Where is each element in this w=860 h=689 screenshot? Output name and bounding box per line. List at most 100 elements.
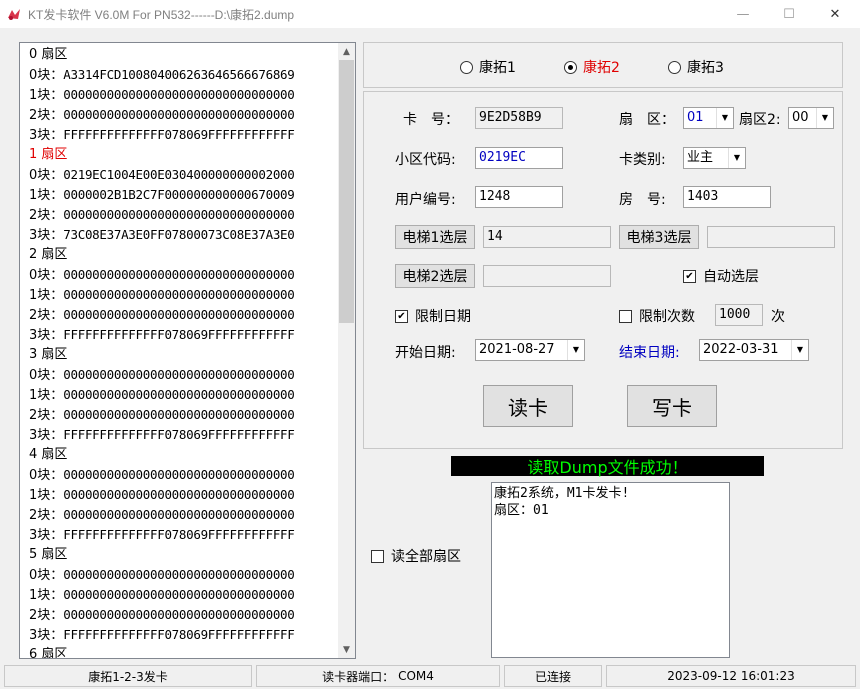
mode-radio-2[interactable]: 康拓2 (564, 57, 620, 77)
limit-date-label: 限制日期 (415, 309, 471, 325)
limit-count-label: 限制次数 (639, 309, 695, 325)
minimize-button[interactable]: — (720, 0, 766, 28)
dump-block-line: 1块：00000000000000000000000000000000 (29, 585, 339, 605)
dump-scrollbar[interactable]: ▲ ▼ (338, 43, 355, 658)
elevator2-button[interactable]: 电梯2选层 (395, 264, 475, 288)
sector2-value: 00 (792, 110, 809, 125)
dump-block-line: 1块：00000000000000000000000000000000 (29, 285, 339, 305)
auto-floor-checkbox[interactable]: ✔ 自动选层 (683, 266, 759, 286)
read-card-button[interactable]: 读卡 (483, 385, 573, 427)
dump-block-line: 1块：0000002B1B2C7F000000000000670009 (29, 185, 339, 205)
dump-block-line: 0块：00000000000000000000000000000000 (29, 265, 339, 285)
dump-block-line: 3块：73C08E37A3E0FF07800073C08E37A3E0 (29, 225, 339, 245)
dump-line-hex: A3314FCD1008040062636465666768​69 (63, 67, 295, 82)
dump-block-line: 0块：0219EC1004E00E030400000000002000 (29, 165, 339, 185)
end-date-value: 2022-03-31 (703, 342, 779, 357)
limit-date-checkbox[interactable]: ✔ 限制日期 (395, 306, 471, 326)
dump-line-hex: 00000000000000000000000000000000 (63, 587, 295, 602)
limit-count-checkbox[interactable]: 限制次数 (619, 306, 695, 326)
card-no-field[interactable]: 9E2D58B9 (475, 107, 563, 129)
start-date-picker[interactable]: 2021-08-27 ▼ (475, 339, 585, 361)
dump-block-line: 0块：00000000000000000000000000000000 (29, 565, 339, 585)
dump-line-label: 3块： (29, 228, 64, 243)
dump-block-line: 2块：00000000000000000000000000000000 (29, 405, 339, 425)
close-button[interactable]: ✕ (812, 0, 858, 28)
elevator3-button[interactable]: 电梯3选层 (619, 225, 699, 249)
read-all-checkbox[interactable]: 读全部扇区 (371, 546, 461, 566)
dump-line-label: 4 扇区 (29, 447, 68, 462)
dump-line-label: 3块： (29, 328, 64, 343)
port-value: COM4 (398, 669, 434, 683)
dump-sector-header: 5 扇区 (29, 545, 339, 565)
dump-line-label: 0块： (29, 268, 64, 283)
radio-icon[interactable] (668, 60, 681, 74)
user-no-field[interactable]: 1248 (475, 186, 563, 208)
dump-line-hex: 73C08E37A3E0FF07800073C08E37A3E0 (63, 227, 295, 242)
card-no-label: 卡 号： (403, 112, 459, 128)
elevator1-button[interactable]: 电梯1选层 (395, 225, 475, 249)
dump-line-hex: 00000000000000000000000000000000 (63, 287, 295, 302)
scroll-thumb[interactable] (339, 60, 354, 323)
dump-block-line: 3块：FFFFFFFFFFFFFF078069FFFFFFFFFFFF (29, 625, 339, 645)
end-date-picker[interactable]: 2022-03-31 ▼ (699, 339, 809, 361)
scroll-down-icon[interactable]: ▼ (338, 641, 355, 658)
dump-panel[interactable]: 0 扇区 0块：A3314FCD1008040062636465666768​69… (19, 42, 356, 659)
dump-line-hex: 0000002B1B2C7F000000000000670009 (63, 187, 295, 202)
dump-line-label: 2块： (29, 408, 64, 423)
chevron-down-icon[interactable]: ▼ (716, 108, 733, 128)
log-output[interactable]: 康拓2系统，M1卡发卡! 扇区：01 (491, 482, 730, 658)
dump-block-line: 2块：00000000000000000000000000000000 (29, 605, 339, 625)
mode-label-3: 康拓3 (687, 60, 724, 76)
status-port: 读卡器端口： COM4 (256, 665, 500, 687)
mode-radio-1[interactable]: 康拓1 (460, 57, 516, 77)
dump-line-label: 1块： (29, 588, 64, 603)
radio-icon[interactable] (564, 60, 577, 74)
card-type-label: 卡类别: (619, 152, 666, 168)
dump-line-label: 3块： (29, 528, 64, 543)
scroll-up-icon[interactable]: ▲ (338, 43, 355, 60)
write-card-button[interactable]: 写卡 (627, 385, 717, 427)
sector-select[interactable]: 01 ▼ (683, 107, 734, 129)
dump-line-hex: 00000000000000000000000000000000 (63, 367, 295, 382)
status-mode: 康拓1-2-3发卡 (4, 665, 252, 687)
dump-block-line: 1块：00000000000000000000000000000000 (29, 385, 339, 405)
sector-value: 01 (687, 110, 704, 125)
dump-sector-header: 2 扇区 (29, 245, 339, 265)
dump-sector-header: 4 扇区 (29, 445, 339, 465)
count-unit-label: 次 (771, 309, 785, 325)
chevron-down-icon[interactable]: ▼ (567, 340, 584, 360)
card-type-select[interactable]: 业主 ▼ (683, 147, 746, 169)
elevator3-field[interactable] (707, 226, 835, 248)
end-date-label: 结束日期: (619, 345, 680, 361)
dump-block-line: 2块：00000000000000000000000000000000 (29, 205, 339, 225)
room-field[interactable]: 1403 (683, 186, 771, 208)
checkbox-icon[interactable]: ✔ (683, 269, 696, 283)
mode-radio-3[interactable]: 康拓3 (668, 57, 724, 77)
dump-block-line: 3块：FFFFFFFFFFFFFF078069FFFFFFFFFFFF (29, 125, 339, 145)
radio-icon[interactable] (460, 60, 473, 74)
checkbox-icon[interactable] (619, 309, 632, 323)
dump-line-label: 1块： (29, 88, 64, 103)
start-date-value: 2021-08-27 (479, 342, 555, 357)
dump-block-line: 3块：FFFFFFFFFFFFFF078069FFFFFFFFFFFF (29, 525, 339, 545)
sector-label: 扇 区： (619, 112, 675, 128)
dump-line-label: 2 扇区 (29, 247, 68, 262)
dump-sector-header: 1 扇区 (29, 145, 339, 165)
maximize-button[interactable]: ☐ (766, 0, 812, 28)
area-code-field[interactable]: 0219EC (475, 147, 563, 169)
dump-line-label: 2块： (29, 608, 64, 623)
checkbox-icon[interactable]: ✔ (395, 309, 408, 323)
sector2-select[interactable]: 00 ▼ (788, 107, 834, 129)
elevator1-field[interactable]: 14 (483, 226, 611, 248)
dump-line-hex: 00000000000000000000000000000000 (63, 407, 295, 422)
dump-block-line: 2块：00000000000000000000000000000000 (29, 505, 339, 525)
dump-line-hex: 00000000000000000000000000000000 (63, 467, 295, 482)
app-icon (8, 9, 20, 20)
chevron-down-icon[interactable]: ▼ (791, 340, 808, 360)
limit-count-field[interactable]: 1000 (715, 304, 763, 326)
chevron-down-icon[interactable]: ▼ (816, 108, 833, 128)
elevator2-field[interactable] (483, 265, 611, 287)
checkbox-icon[interactable] (371, 549, 384, 563)
dump-line-label: 3块： (29, 128, 64, 143)
chevron-down-icon[interactable]: ▼ (728, 148, 745, 168)
